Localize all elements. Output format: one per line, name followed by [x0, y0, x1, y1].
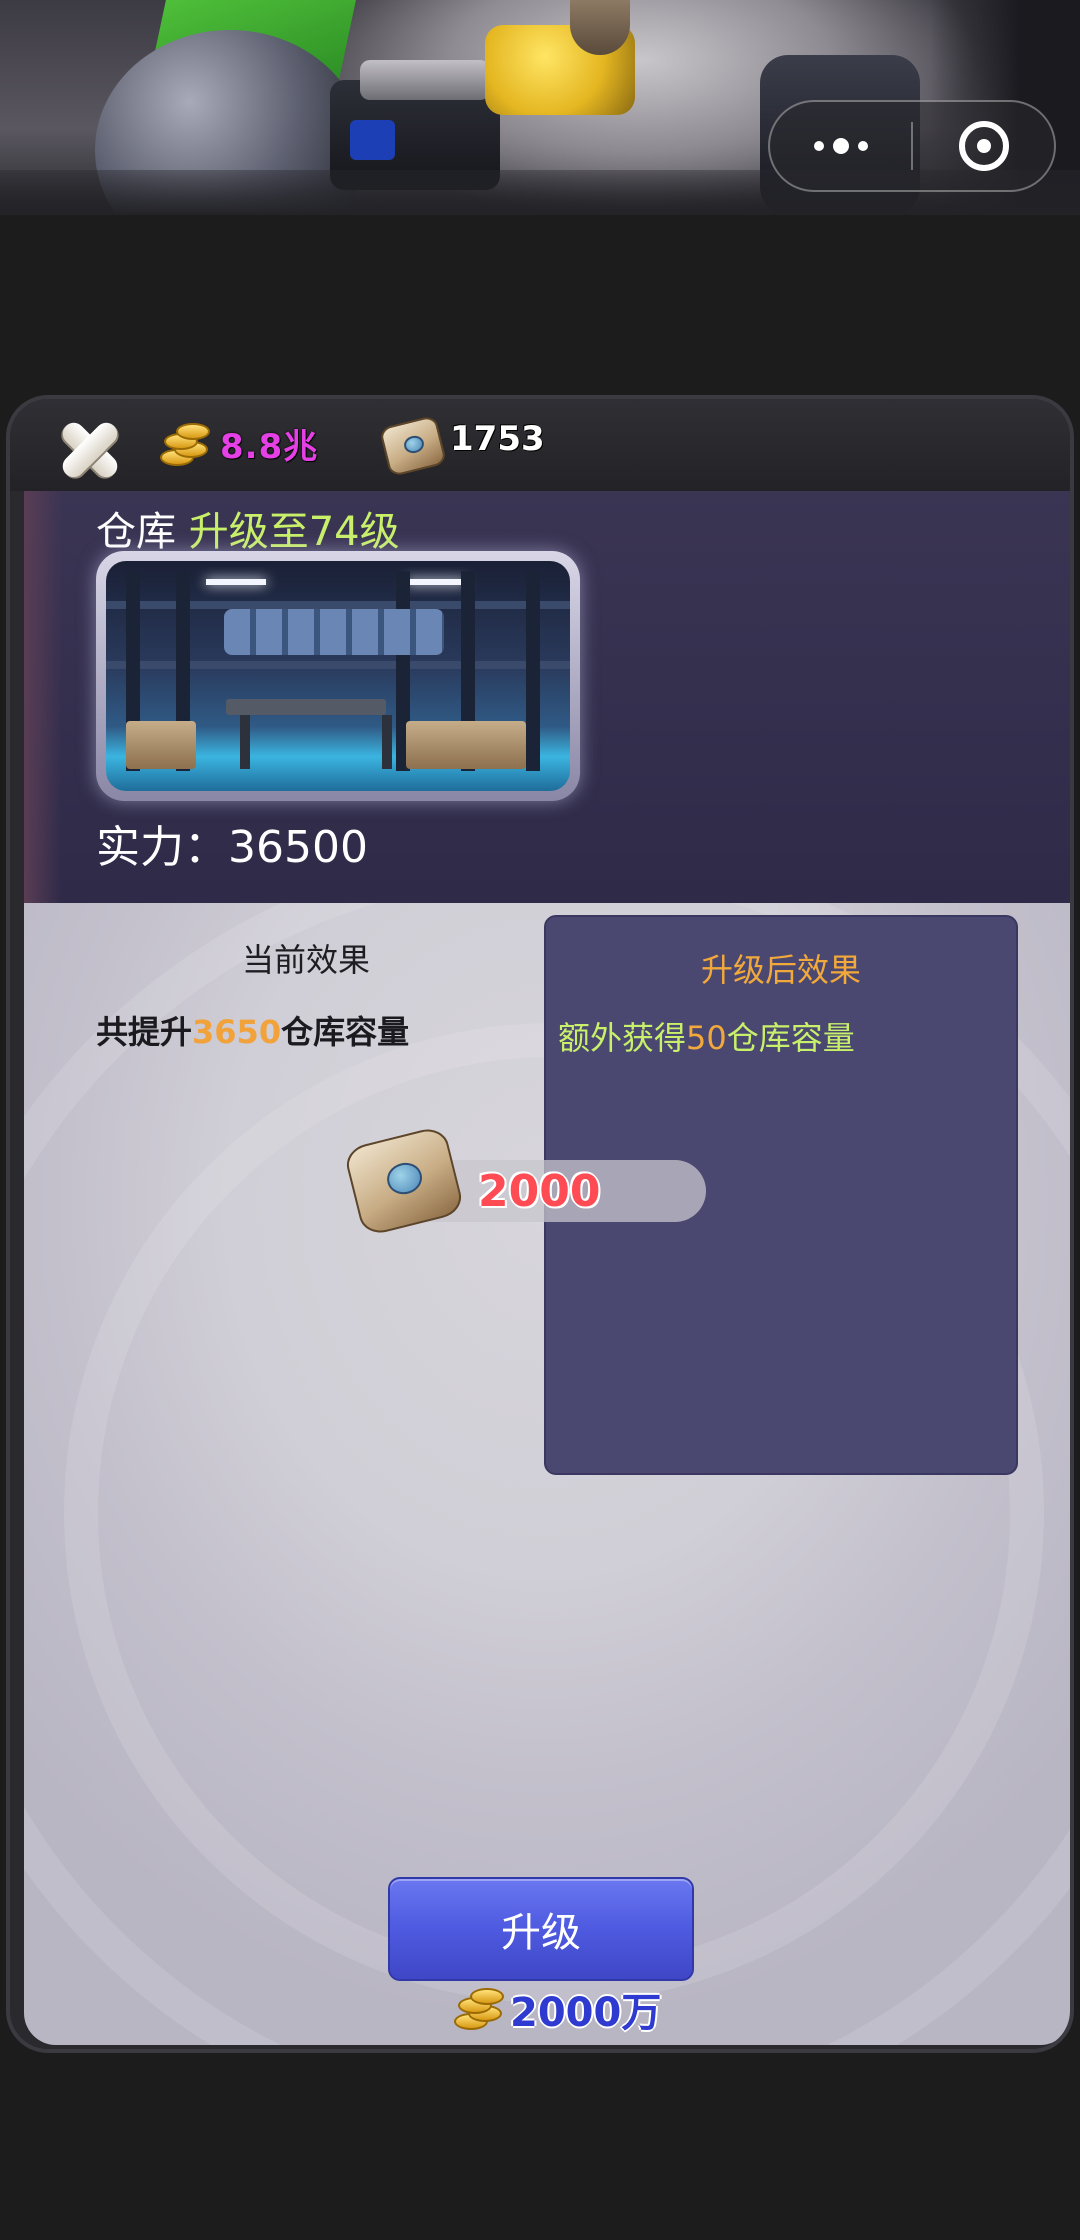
next-effect-suffix: 仓库容量: [726, 1019, 855, 1057]
power-value: 实力：36500: [96, 822, 368, 873]
building-title: 仓库 升级至74级: [96, 499, 400, 557]
scene-blue-box: [350, 120, 395, 160]
material-amount: 1753: [450, 419, 545, 459]
gold-coins-icon: [452, 1985, 506, 2033]
material-cost: 2000: [478, 1166, 601, 1217]
effects-area: 当前效果 共提升3650仓库容量 升级后效果 额外获得50仓库容量: [24, 903, 1070, 2045]
cement-bag-icon: [378, 414, 448, 478]
cement-bag-icon: [342, 1124, 466, 1238]
building-name: 仓库: [96, 509, 176, 555]
upgrade-button[interactable]: 升级: [388, 1877, 694, 1981]
current-effect-value: 3650: [192, 1013, 282, 1051]
scene-crate-lid: [360, 60, 490, 100]
gold-coins-icon: [156, 419, 212, 471]
next-effect-prefix: 额外获得: [558, 1019, 687, 1057]
next-effect-title: 升级后效果: [700, 951, 861, 989]
more-button[interactable]: [770, 102, 911, 190]
next-effect-text: 额外获得50仓库容量: [558, 1013, 855, 1059]
exit-button[interactable]: [913, 102, 1054, 190]
miniprogram-capsule: [768, 100, 1056, 192]
next-effect-value: 50: [686, 1019, 727, 1057]
gold-price: 2000万: [510, 1990, 662, 2036]
current-effect-text: 共提升3650仓库容量: [96, 1007, 409, 1053]
current-effect-prefix: 共提升: [96, 1013, 193, 1051]
upgrade-level-label: 升级至74级: [188, 509, 400, 555]
building-image-frame: [96, 551, 580, 801]
close-icon[interactable]: [52, 411, 128, 487]
building-header: 仓库 升级至74级 实力：36500: [24, 491, 1070, 903]
gold-amount: 8.8兆: [220, 427, 319, 467]
current-effect-suffix: 仓库容量: [281, 1013, 410, 1051]
resource-bar: 8.8兆 1753: [10, 399, 1070, 491]
current-effect-title: 当前效果: [241, 941, 370, 979]
more-dots-icon: [813, 138, 868, 154]
target-circle-icon: [958, 121, 1009, 171]
warehouse-image: [106, 561, 570, 791]
upgrade-panel: 8.8兆 1753 仓库 升级至74级 实力：36500 当前效果 共提升365…: [6, 395, 1074, 2053]
